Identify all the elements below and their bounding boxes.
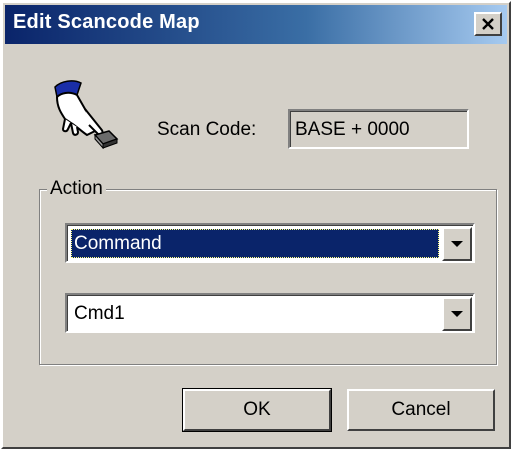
edit-scancode-dialog: Edit Scancode Map Scan Code: BASE + 0000… — [1, 1, 511, 449]
chevron-down-icon — [451, 311, 463, 317]
close-button[interactable] — [474, 12, 502, 36]
hand-pointer-icon — [54, 80, 119, 149]
scan-code-value: BASE + 0000 — [290, 111, 467, 147]
command-value: Cmd1 — [74, 303, 125, 324]
cancel-button[interactable]: Cancel — [347, 389, 495, 431]
scan-code-field: BASE + 0000 — [288, 109, 469, 149]
title-bar[interactable]: Edit Scancode Map — [5, 5, 507, 44]
action-type-select[interactable]: Command — [65, 223, 475, 263]
ok-button[interactable]: OK — [182, 388, 332, 432]
action-type-dropdown-button[interactable] — [442, 227, 472, 261]
close-icon — [482, 18, 494, 30]
scan-code-label: Scan Code: — [157, 119, 257, 140]
command-select[interactable]: Cmd1 — [65, 293, 475, 333]
window-title: Edit Scancode Map — [13, 11, 200, 33]
action-type-value: Command — [71, 229, 439, 258]
command-dropdown-button[interactable] — [442, 297, 472, 331]
action-group-label: Action — [47, 178, 106, 200]
action-groupbox — [39, 189, 497, 365]
chevron-down-icon — [451, 241, 463, 247]
